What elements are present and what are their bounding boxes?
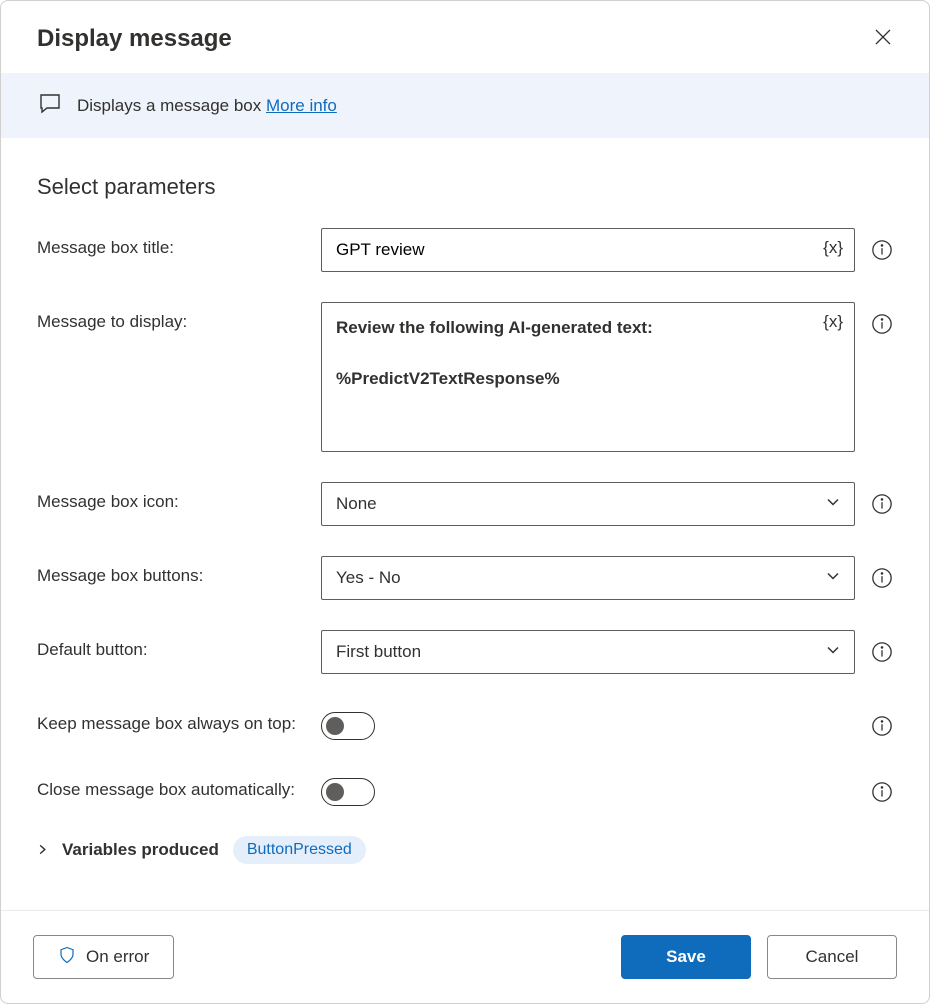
info-banner: Displays a message box More info	[1, 73, 929, 138]
chevron-right-icon	[37, 840, 48, 860]
row-message-box-title: Message box title: {x}	[37, 228, 893, 272]
dialog-header: Display message	[1, 1, 929, 73]
select-value: None	[336, 494, 377, 514]
footer-right: Save Cancel	[621, 935, 897, 979]
toggle-knob	[326, 717, 344, 735]
label-message-box-title: Message box title:	[37, 228, 321, 258]
variables-produced-label: Variables produced	[62, 840, 219, 860]
select-value: First button	[336, 642, 421, 662]
banner-description: Displays a message box	[77, 96, 266, 115]
close-button[interactable]	[867, 23, 899, 55]
input-message-to-display[interactable]: Review the following AI-generated text: …	[321, 302, 855, 452]
chevron-down-icon	[826, 494, 840, 514]
on-error-label: On error	[86, 947, 149, 967]
toggle-knob	[326, 783, 344, 801]
shield-icon	[58, 946, 76, 969]
save-button[interactable]: Save	[621, 935, 751, 979]
info-icon[interactable]	[871, 567, 893, 589]
label-message-to-display: Message to display:	[37, 302, 321, 332]
info-icon[interactable]	[871, 239, 893, 261]
row-default-button: Default button: First button	[37, 630, 893, 674]
label-keep-on-top: Keep message box always on top:	[37, 704, 321, 734]
info-icon[interactable]	[871, 715, 893, 737]
variable-token-button[interactable]: {x}	[823, 238, 843, 258]
info-icon[interactable]	[871, 641, 893, 663]
row-message-box-buttons: Message box buttons: Yes - No	[37, 556, 893, 600]
label-default-button: Default button:	[37, 630, 321, 660]
more-info-link[interactable]: More info	[266, 96, 337, 115]
info-icon[interactable]	[871, 313, 893, 335]
dialog-title: Display message	[37, 25, 232, 53]
info-icon[interactable]	[871, 781, 893, 803]
chevron-down-icon	[826, 568, 840, 588]
label-auto-close: Close message box automatically:	[37, 770, 321, 800]
cancel-button[interactable]: Cancel	[767, 935, 897, 979]
select-message-box-icon[interactable]: None	[321, 482, 855, 526]
select-default-button[interactable]: First button	[321, 630, 855, 674]
select-value: Yes - No	[336, 568, 401, 588]
row-message-box-icon: Message box icon: None	[37, 482, 893, 526]
dialog-footer: On error Save Cancel	[1, 910, 929, 1003]
variable-chip-buttonpressed[interactable]: ButtonPressed	[233, 836, 366, 864]
input-message-box-title[interactable]	[321, 228, 855, 272]
display-message-dialog: Display message Displays a message box M…	[0, 0, 930, 1004]
banner-text: Displays a message box More info	[77, 96, 337, 116]
chevron-down-icon	[826, 642, 840, 662]
variable-token-button[interactable]: {x}	[823, 312, 843, 332]
toggle-auto-close[interactable]	[321, 778, 375, 806]
label-message-box-buttons: Message box buttons:	[37, 556, 321, 586]
dialog-body: Select parameters Message box title: {x}…	[1, 138, 929, 910]
row-keep-on-top: Keep message box always on top:	[37, 704, 893, 740]
toggle-keep-on-top[interactable]	[321, 712, 375, 740]
row-auto-close: Close message box automatically:	[37, 770, 893, 806]
info-icon[interactable]	[871, 493, 893, 515]
close-icon	[875, 29, 891, 50]
row-message-to-display: Message to display: Review the following…	[37, 302, 893, 452]
section-title: Select parameters	[37, 174, 893, 200]
select-message-box-buttons[interactable]: Yes - No	[321, 556, 855, 600]
label-message-box-icon: Message box icon:	[37, 482, 321, 512]
variables-produced-row[interactable]: Variables produced ButtonPressed	[37, 836, 893, 864]
message-icon	[37, 91, 63, 120]
on-error-button[interactable]: On error	[33, 935, 174, 979]
